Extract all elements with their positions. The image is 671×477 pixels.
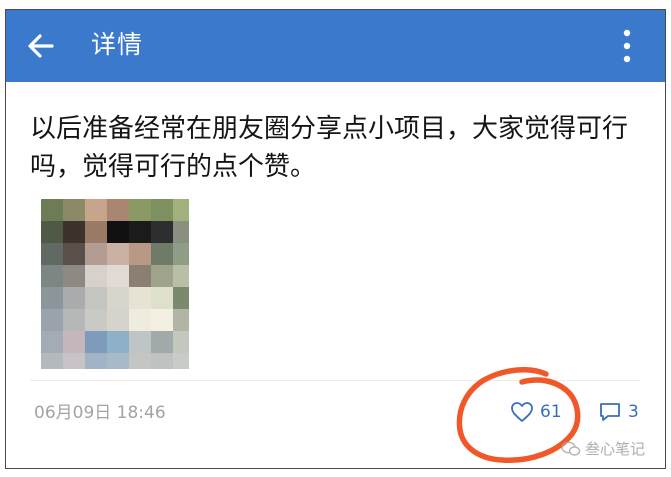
- post-text: 以后准备经常在朋友圈分享点小项目，大家觉得可行吗，觉得可行的点个赞。: [30, 114, 629, 182]
- like-count: 61: [540, 402, 562, 422]
- more-button[interactable]: [607, 24, 647, 68]
- comment-icon: [600, 403, 620, 421]
- post-photo[interactable]: [41, 199, 189, 369]
- wechat-logo-icon: [561, 441, 581, 456]
- divider: [30, 380, 641, 381]
- like-button[interactable]: 61: [510, 397, 562, 427]
- comment-button[interactable]: 3: [598, 397, 639, 427]
- comment-count: 3: [628, 402, 639, 422]
- post-timestamp: 06月09日 18:46: [34, 403, 166, 423]
- back-button[interactable]: [18, 24, 64, 68]
- arrow-left-icon: [28, 34, 54, 58]
- heart-icon: [511, 402, 533, 422]
- watermark-text: 叁心笔记: [585, 440, 646, 458]
- app-bar: 详情: [6, 10, 665, 82]
- page-title: 详情: [91, 30, 144, 59]
- watermark: 叁心笔记: [561, 438, 645, 459]
- more-vertical-icon: [623, 29, 631, 63]
- detail-page: 详情 以后准备经常在朋友圈分享点小项目，大家觉得可行吗，觉得可行的点个赞。 06…: [5, 9, 666, 469]
